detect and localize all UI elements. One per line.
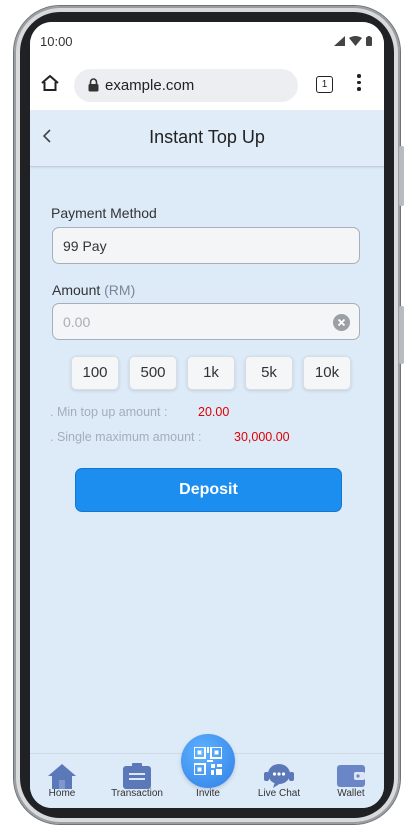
quick-amount-100[interactable]: 100 <box>71 356 119 390</box>
signal-icon <box>334 36 345 46</box>
amount-placeholder: 0.00 <box>63 314 91 330</box>
max-amount-value: 30,000.00 <box>234 430 290 444</box>
url-text: example.com <box>105 77 195 94</box>
screen: 10:00 example.com 1 Instant Top Up Payme… <box>30 22 384 808</box>
nav-live-chat[interactable]: Live Chat <box>244 754 314 808</box>
status-time: 10:00 <box>40 34 73 49</box>
deposit-button[interactable]: Deposit <box>75 468 342 512</box>
nav-live-chat-label: Live Chat <box>257 788 301 799</box>
tabs-count: 1 <box>321 79 328 90</box>
payment-method-label: Payment Method <box>51 205 157 221</box>
tabs-button[interactable]: 1 <box>316 76 333 93</box>
wallet-icon <box>337 765 365 787</box>
quick-amount-10k[interactable]: 10k <box>303 356 351 390</box>
amount-input[interactable]: 0.00 <box>52 303 360 340</box>
nav-transaction-label: Transaction <box>111 788 163 799</box>
amount-unit: (RM) <box>104 282 136 298</box>
nav-home-label: Home <box>48 788 76 799</box>
bottom-nav: Home Transaction Invite Live Chat Wallet <box>30 734 384 808</box>
invite-button <box>181 734 235 788</box>
nav-invite-label: Invite <box>196 788 220 799</box>
max-amount-label: . Single maximum amount : <box>50 430 202 444</box>
quick-amount-row: 100 500 1k 5k 10k <box>71 356 351 390</box>
lock-icon <box>88 78 99 92</box>
quick-amount-1k[interactable]: 1k <box>187 356 235 390</box>
qr-code-icon <box>194 747 222 775</box>
wifi-icon <box>349 36 362 46</box>
nav-invite[interactable]: Invite <box>173 734 243 808</box>
nav-home[interactable]: Home <box>30 754 97 808</box>
more-menu-icon[interactable] <box>357 74 361 94</box>
app-content: Instant Top Up Payment Method 99 Pay Amo… <box>30 110 384 808</box>
app-header: Instant Top Up <box>30 110 384 167</box>
amount-label-text: Amount <box>52 282 101 298</box>
home-icon[interactable] <box>40 74 60 92</box>
volume-button <box>399 146 404 206</box>
clear-icon[interactable] <box>333 314 350 331</box>
nav-transaction[interactable]: Transaction <box>102 754 172 808</box>
page-title: Instant Top Up <box>149 127 265 147</box>
status-bar: 10:00 <box>30 22 384 62</box>
home-nav-icon <box>48 764 76 789</box>
status-icons <box>334 36 372 46</box>
quick-amount-500[interactable]: 500 <box>129 356 177 390</box>
live-chat-icon <box>264 764 294 788</box>
power-button <box>399 306 404 364</box>
quick-amount-5k[interactable]: 5k <box>245 356 293 390</box>
nav-wallet-label: Wallet <box>337 788 365 799</box>
min-amount-label: . Min top up amount : <box>50 405 168 419</box>
payment-method-field[interactable]: 99 Pay <box>52 227 360 264</box>
amount-label: Amount (RM) <box>52 282 135 298</box>
battery-icon <box>366 36 372 46</box>
min-amount-value: 20.00 <box>198 405 230 419</box>
browser-toolbar: example.com 1 <box>30 62 384 110</box>
payment-method-value: 99 Pay <box>63 238 107 254</box>
transaction-icon <box>123 763 151 789</box>
nav-wallet[interactable]: Wallet <box>316 754 384 808</box>
address-bar[interactable]: example.com <box>74 69 298 102</box>
